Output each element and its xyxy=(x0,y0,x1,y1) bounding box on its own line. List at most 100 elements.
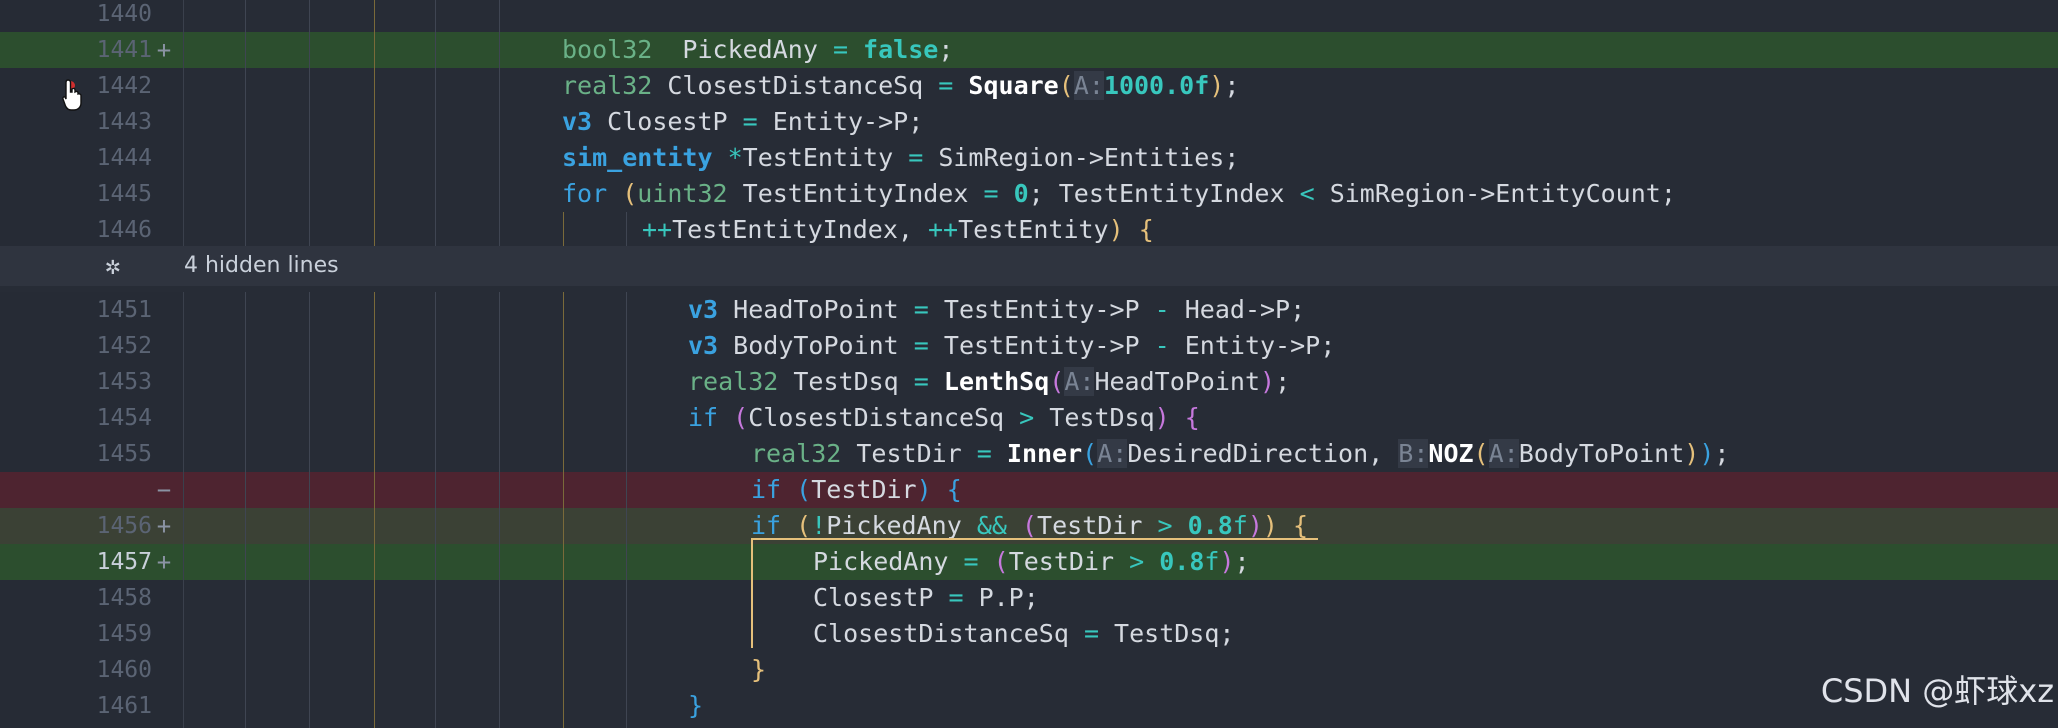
indent-guide xyxy=(435,580,436,616)
diff-line[interactable]: 14601462} xyxy=(0,724,2058,728)
diff-line[interactable]: 14571459 ClosestDistanceSq = TestDsq; xyxy=(0,616,2058,652)
indent-guide xyxy=(245,616,246,652)
code-token: sim_entity xyxy=(562,143,713,172)
diff-line[interactable]: 14511452 v3 BodyToPoint = TestEntity->P -… xyxy=(0,328,2058,364)
code-text[interactable]: } xyxy=(688,688,703,724)
code-text[interactable]: } xyxy=(642,724,657,728)
indent-guide xyxy=(245,688,246,724)
new-line-number: 1446 xyxy=(96,217,152,243)
indent-guide xyxy=(499,616,500,652)
indent-guide xyxy=(374,724,375,728)
code-text[interactable]: bool32 PickedAny = false; xyxy=(562,32,953,68)
indent-guide xyxy=(499,140,500,176)
code-text[interactable]: v3 HeadToPoint = TestEntity->P - Head->P… xyxy=(688,292,1305,328)
code-token: } xyxy=(751,655,767,684)
gutter-separator xyxy=(183,212,184,248)
diff-line[interactable]: 14581460} xyxy=(0,652,2058,688)
indent-guide xyxy=(435,32,436,68)
gutter-separator xyxy=(183,140,184,176)
code-token: ) xyxy=(1699,439,1715,468)
code-text[interactable]: if (ClosestDistanceSq > TestDsq) { xyxy=(688,400,1200,436)
diff-line[interactable]: 14441445 for (uint32 TestEntityIndex = 0;… xyxy=(0,176,2058,212)
diff-line[interactable]: 1457 + PickedAny = (TestDir > 0.8f); xyxy=(0,544,2058,580)
indent-guide xyxy=(309,0,310,32)
unfold-icon[interactable]: ✲ xyxy=(105,252,121,280)
indent-guide xyxy=(374,652,375,688)
code-text[interactable]: for (uint32 TestEntityIndex = 0; TestEnt… xyxy=(562,176,1676,212)
indent-guide xyxy=(435,0,436,32)
line-gutter: 1455− xyxy=(0,472,183,508)
code-text[interactable]: ClosestDistanceSq = TestDsq; xyxy=(813,616,1234,652)
indent-guide xyxy=(626,508,627,544)
code-text[interactable]: if (TestDir) { xyxy=(751,472,962,508)
indent-guide xyxy=(563,580,564,616)
diff-line[interactable]: 14401440 xyxy=(0,0,2058,32)
indent-guide xyxy=(245,0,246,32)
indent-guide xyxy=(626,364,627,400)
code-text[interactable]: v3 BodyToPoint = TestEntity->P - Entity-… xyxy=(688,328,1335,364)
code-text[interactable]: ClosestP = P.P; xyxy=(813,580,1039,616)
hidden-lines-fold[interactable]: ✲ 4 hidden lines xyxy=(0,246,2058,286)
code-token: A: xyxy=(1488,439,1519,468)
new-line-number: 1454 xyxy=(96,405,152,431)
code-token: TestDir xyxy=(841,439,977,468)
code-text[interactable]: v3 ClosestP = Entity->P; xyxy=(562,104,923,140)
code-token: * xyxy=(727,143,743,172)
code-token: for xyxy=(562,179,608,208)
indent-guide xyxy=(374,544,375,580)
new-line-number: 1453 xyxy=(96,369,152,395)
code-token: } xyxy=(688,691,704,720)
diff-line[interactable]: 1441 + bool32 PickedAny = false; xyxy=(0,32,2058,68)
code-token: ! xyxy=(811,511,827,540)
code-token: ; TestEntityIndex xyxy=(1028,179,1300,208)
code-text[interactable]: } xyxy=(751,652,766,688)
code-token: 0.8 xyxy=(1159,547,1205,576)
indent-guide xyxy=(309,328,310,364)
code-text[interactable]: real32 TestDir = Inner(A:DesiredDirectio… xyxy=(751,436,1729,472)
indent-guide xyxy=(309,616,310,652)
code-text[interactable]: sim_entity *TestEntity = SimRegion->Enti… xyxy=(562,140,1239,176)
indent-guide xyxy=(374,212,375,248)
diff-line[interactable]: 14561458 ClosestP = P.P; xyxy=(0,580,2058,616)
code-text[interactable]: real32 ClosestDistanceSq = Square(A:1000… xyxy=(562,68,1239,104)
new-line-number: 1459 xyxy=(96,621,152,647)
code-token: - xyxy=(1154,295,1170,324)
code-token: TestEntity->P xyxy=(928,331,1155,360)
diff-line[interactable]: 14421443 v3 ClosestP = Entity->P; xyxy=(0,104,2058,140)
gutter-separator xyxy=(183,652,184,688)
indent-guide xyxy=(309,688,310,724)
diff-line[interactable]: 14521453 real32 TestDsq = LenthSq(A:HeadT… xyxy=(0,364,2058,400)
code-token: ; xyxy=(1224,71,1240,100)
diff-line[interactable]: 1455− if (TestDir) { xyxy=(0,472,2058,508)
indent-guide xyxy=(563,508,564,544)
indent-guide xyxy=(435,436,436,472)
diff-line[interactable]: 14501451 v3 HeadToPoint = TestEntity->P -… xyxy=(0,292,2058,328)
hidden-lines-label[interactable]: 4 hidden lines xyxy=(184,246,339,286)
code-token: 0 xyxy=(1013,179,1029,208)
indent-guide xyxy=(309,652,310,688)
code-token: ( xyxy=(1082,439,1098,468)
indent-guide xyxy=(245,508,246,544)
code-token: P.P; xyxy=(963,583,1039,612)
code-token: Square xyxy=(968,71,1059,100)
code-text[interactable]: real32 TestDsq = LenthSq(A:HeadToPoint); xyxy=(688,364,1290,400)
indent-guide xyxy=(245,328,246,364)
code-token: HeadToPoint xyxy=(1094,367,1261,396)
indent-guide xyxy=(499,176,500,212)
code-text[interactable]: PickedAny = (TestDir > 0.8f); xyxy=(813,544,1250,580)
diff-line[interactable]: 14531454 if (ClosestDistanceSq > TestDsq)… xyxy=(0,400,2058,436)
indent-guide xyxy=(435,544,436,580)
gutter-separator xyxy=(183,580,184,616)
diff-line[interactable]: 14411442 real32 ClosestDistanceSq = Squar… xyxy=(0,68,2058,104)
code-text[interactable]: ++TestEntityIndex, ++TestEntity) { xyxy=(642,212,1154,248)
diff-line[interactable]: 14431444 sim_entity *TestEntity = SimRegi… xyxy=(0,140,2058,176)
indent-guide xyxy=(435,616,436,652)
indent-guide xyxy=(435,328,436,364)
code-token: ) xyxy=(1219,547,1235,576)
diff-line[interactable]: 14451446++TestEntityIndex, ++TestEntity)… xyxy=(0,212,2058,248)
diff-line[interactable]: 14541455real32 TestDir = Inner(A:Desired… xyxy=(0,436,2058,472)
diff-line[interactable]: 14591461} xyxy=(0,688,2058,724)
